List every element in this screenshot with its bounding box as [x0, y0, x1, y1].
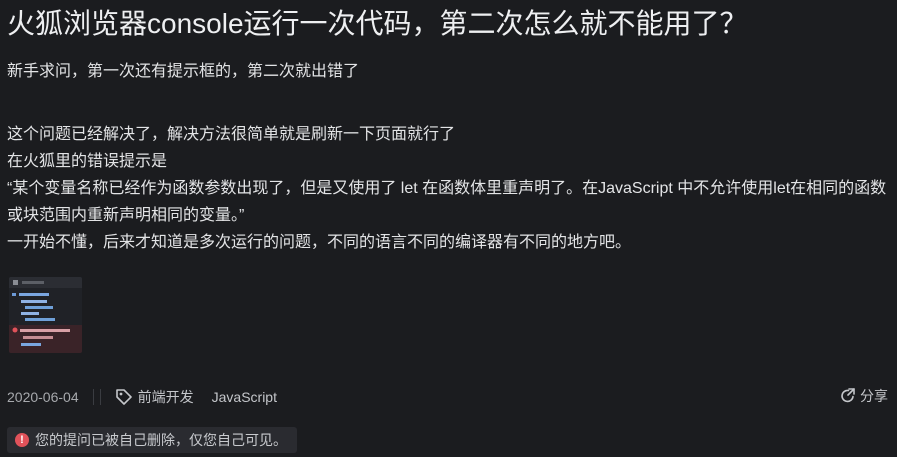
console-screenshot-image [9, 277, 82, 353]
share-label: 分享 [860, 388, 888, 404]
body-paragraph: 新手求问，第一次还有提示框的，第二次就出错了 [7, 63, 360, 80]
question-body: 新手求问，第一次还有提示框的，第二次就出错了 这个问题已经解决了，解决方法很简单… [7, 58, 892, 256]
body-paragraph: 这个问题已经解决了，解决方法很简单就是刷新一下页面就行了 [7, 126, 456, 143]
body-paragraph: 在火狐里的错误提示是 [7, 153, 168, 170]
tag-frontend[interactable]: 前端开发 [138, 387, 194, 407]
body-paragraph: “某个变量名称已经作为函数参数出现了，但是又使用了 let 在函数体里重声明了。… [7, 180, 887, 224]
share-button[interactable]: 分享 [840, 386, 888, 406]
body-paragraph: 一开始不懂，后来才知道是多次运行的问题，不同的语言不同的编译器有不同的地方吧。 [7, 234, 632, 251]
question-title: 火狐浏览器console运行一次代码，第二次怎么就不能用了？ [7, 8, 748, 39]
tag-javascript[interactable]: JavaScript [212, 389, 277, 405]
share-icon [840, 388, 856, 404]
notice-text: 您的提问已被自己删除，仅您自己可见。 [35, 432, 287, 448]
tag-icon [115, 388, 133, 406]
deleted-notice: ! 您的提问已被自己删除，仅您自己可见。 [7, 427, 297, 453]
meta-divider [92, 389, 94, 405]
post-date: 2020-06-04 [7, 389, 79, 405]
warning-circle-icon: ! [15, 433, 29, 447]
console-screenshot-thumbnail[interactable] [9, 277, 82, 353]
question-meta: 2020-06-04 前端开发 JavaScript [7, 384, 277, 410]
meta-divider [99, 389, 101, 405]
